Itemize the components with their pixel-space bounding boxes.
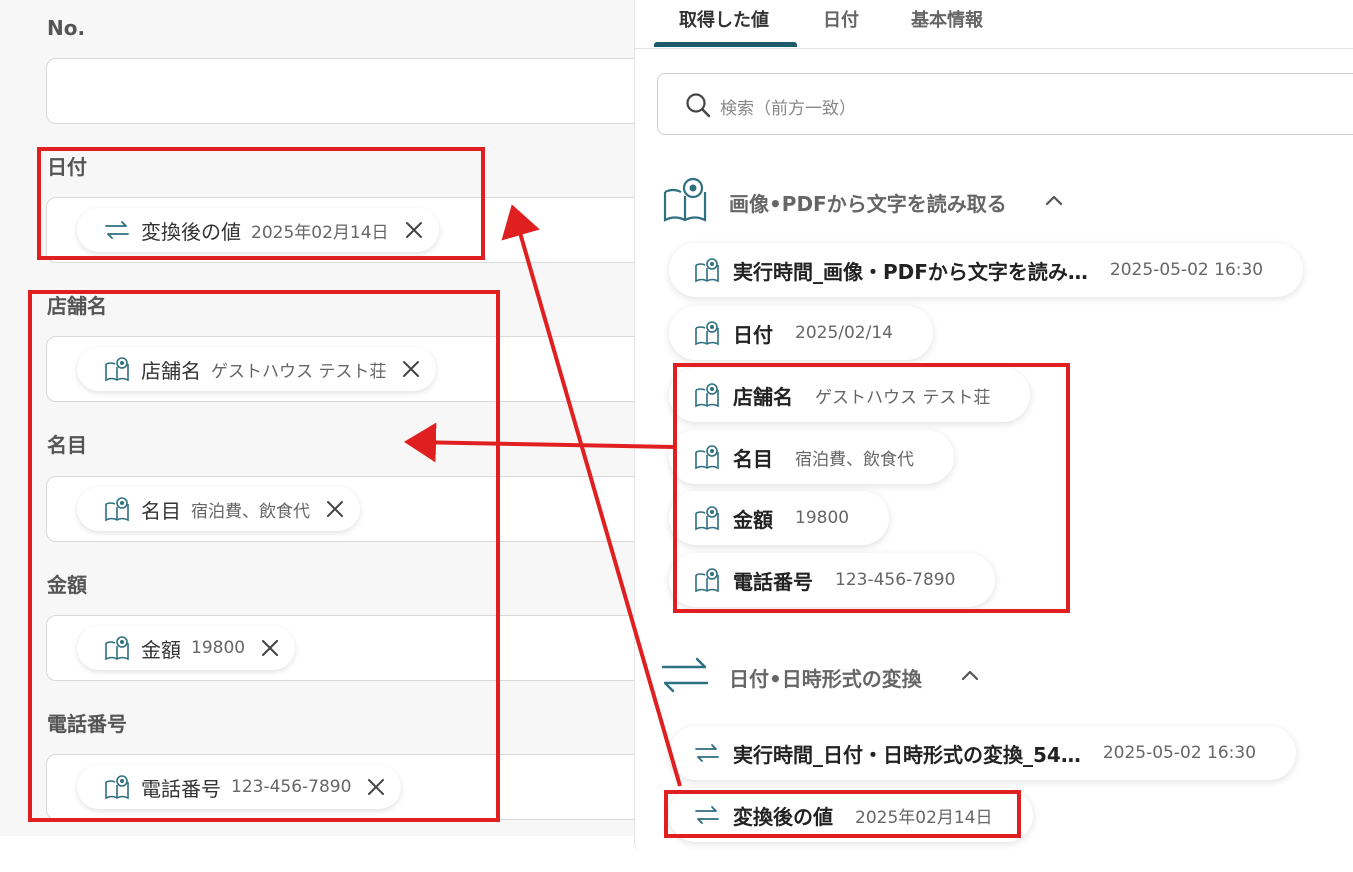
values-panel: 取得した値 日付 基本情報 検索（前方一致） 画像•PDFから文字を読み取る 実… — [634, 0, 1353, 852]
list-item[interactable]: 名目 宿泊費、飲食代 — [669, 430, 954, 484]
tab-date[interactable]: 日付 — [823, 6, 859, 32]
field-label-date: 日付 — [47, 155, 87, 179]
item-label: 変換後の値 — [733, 804, 833, 829]
ocr-book-icon — [105, 497, 129, 522]
convert-icon — [695, 806, 719, 824]
chip-name: 金額 — [141, 637, 181, 662]
item-label: 店舗名 — [733, 384, 793, 409]
item-label: 実行時間_日付・日時形式の変換_54… — [733, 742, 1081, 767]
field-label-store: 店舗名 — [47, 294, 107, 318]
no-input[interactable] — [46, 58, 666, 124]
chevron-up-icon[interactable] — [961, 669, 979, 681]
active-tab-indicator — [654, 42, 797, 47]
close-icon[interactable] — [403, 219, 425, 241]
field-label-amount: 金額 — [47, 573, 87, 597]
list-item[interactable]: 実行時間_日付・日時形式の変換_54… 2025-05-02 16:30 — [669, 726, 1297, 780]
ocr-book-icon — [695, 383, 719, 408]
chip-name: 変換後の値 — [141, 219, 241, 244]
tab-basic-info[interactable]: 基本情報 — [911, 6, 983, 32]
store-input[interactable]: 店舗名 ゲストハウス テスト荘 — [46, 336, 666, 402]
list-item[interactable]: 金額 19800 — [669, 491, 890, 545]
convert-icon — [661, 657, 709, 693]
search-placeholder: 検索（前方一致） — [720, 99, 856, 119]
list-item[interactable]: 変換後の値 2025年02月14日 — [669, 788, 1033, 842]
list-item[interactable]: 電話番号 123-456-7890 — [669, 553, 996, 607]
field-label-no: No. — [47, 16, 86, 40]
chip-value: 2025年02月14日 — [251, 222, 389, 243]
chip-name: 電話番号 — [141, 776, 221, 801]
ocr-book-icon — [695, 258, 719, 283]
close-icon[interactable] — [400, 358, 422, 380]
ocr-book-icon — [105, 357, 129, 382]
chip-value: 宿泊費、飲食代 — [191, 501, 310, 522]
purpose-input[interactable]: 名目 宿泊費、飲食代 — [46, 476, 666, 542]
amount-input[interactable]: 金額 19800 — [46, 615, 666, 681]
ocr-book-icon — [663, 177, 707, 222]
chip-name: 名目 — [141, 498, 181, 523]
item-label: 名目 — [733, 446, 773, 471]
close-icon[interactable] — [324, 498, 346, 520]
item-label: 電話番号 — [733, 569, 813, 594]
list-item[interactable]: 実行時間_画像・PDFから文字を読み… 2025-05-02 16:30 — [669, 243, 1304, 297]
field-label-purpose: 名目 — [47, 433, 87, 457]
store-variable-chip[interactable]: 店舗名 ゲストハウス テスト荘 — [77, 347, 437, 391]
section-title: 画像•PDFから文字を読み取る — [729, 192, 1007, 216]
chip-value: 123-456-7890 — [231, 777, 352, 797]
ocr-book-icon — [695, 568, 719, 593]
ocr-book-icon — [695, 506, 719, 531]
item-value: 2025-05-02 16:30 — [1109, 260, 1264, 280]
date-variable-chip[interactable]: 変換後の値 2025年02月14日 — [77, 208, 439, 252]
chevron-up-icon[interactable] — [1045, 194, 1063, 206]
item-value: ゲストハウス テスト荘 — [815, 387, 991, 408]
chip-name: 店舗名 — [141, 358, 201, 383]
field-label-phone: 電話番号 — [47, 712, 127, 736]
item-value: 2025/02/14 — [795, 323, 893, 343]
amount-variable-chip[interactable]: 金額 19800 — [77, 626, 296, 670]
item-label: 実行時間_画像・PDFから文字を読み… — [733, 259, 1088, 284]
purpose-variable-chip[interactable]: 名目 宿泊費、飲食代 — [77, 487, 360, 531]
phone-variable-chip[interactable]: 電話番号 123-456-7890 — [77, 765, 402, 809]
date-input[interactable]: 変換後の値 2025年02月14日 — [46, 197, 666, 263]
convert-icon — [105, 221, 129, 239]
phone-input[interactable]: 電話番号 123-456-7890 — [46, 754, 666, 820]
item-value: 2025-05-02 16:30 — [1102, 743, 1257, 763]
item-value: 123-456-7890 — [835, 570, 956, 590]
convert-icon — [695, 744, 719, 762]
chip-value: 19800 — [191, 638, 246, 658]
section-header-date-convert[interactable]: 日付•日時形式の変換 — [635, 651, 1353, 701]
chip-value: ゲストハウス テスト荘 — [211, 361, 387, 382]
item-label: 金額 — [733, 507, 773, 532]
ocr-book-icon — [695, 445, 719, 470]
ocr-book-icon — [105, 775, 129, 800]
item-label: 日付 — [733, 322, 773, 347]
item-value: 2025年02月14日 — [855, 807, 993, 828]
list-item[interactable]: 日付 2025/02/14 — [669, 306, 933, 360]
item-value: 宿泊費、飲食代 — [795, 449, 914, 470]
search-icon — [686, 93, 711, 118]
section-header-ocr[interactable]: 画像•PDFから文字を読み取る — [635, 176, 1353, 226]
form-panel: No. 日付 変換後の値 2025年02月14日 店舗名 店舗名 ゲストハウス … — [0, 0, 666, 836]
tab-bar: 取得した値 日付 基本情報 — [635, 0, 1353, 49]
tab-acquired-values[interactable]: 取得した値 — [679, 6, 769, 32]
search-input[interactable]: 検索（前方一致） — [657, 73, 1353, 135]
ocr-book-icon — [105, 636, 129, 661]
close-icon[interactable] — [365, 776, 387, 798]
ocr-book-icon — [695, 321, 719, 346]
list-item[interactable]: 店舗名 ゲストハウス テスト荘 — [669, 368, 1031, 422]
item-value: 19800 — [795, 508, 850, 528]
close-icon[interactable] — [259, 637, 281, 659]
section-title: 日付•日時形式の変換 — [729, 667, 922, 691]
